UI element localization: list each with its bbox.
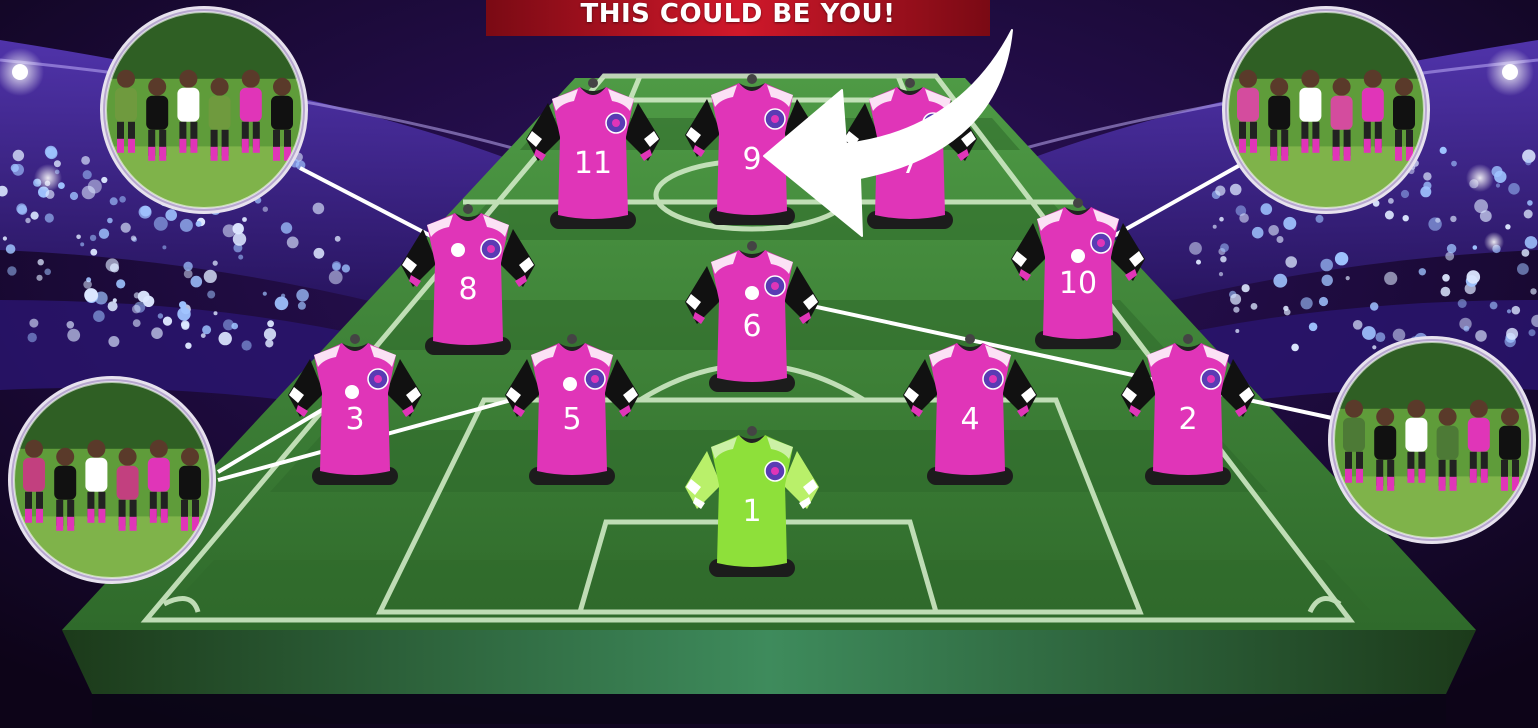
club-crest-icon <box>764 460 786 482</box>
club-crest-icon <box>480 238 502 260</box>
club-crest-icon <box>1090 232 1112 254</box>
club-crest-icon <box>367 368 389 390</box>
jersey-number: 3 <box>345 402 364 437</box>
club-crest-icon <box>584 368 606 390</box>
banner-title: THIS COULD BE YOU! <box>580 0 896 29</box>
club-crest-icon <box>1200 368 1222 390</box>
jersey-number: 2 <box>1178 402 1197 437</box>
jersey-number: 4 <box>960 402 979 437</box>
pitch-base <box>62 630 1476 694</box>
jersey-number: 6 <box>742 309 761 344</box>
club-crest-icon <box>764 275 786 297</box>
jersey-number: 8 <box>458 272 477 307</box>
club-crest-icon <box>605 112 627 134</box>
jersey-number: 9 <box>742 142 761 177</box>
jersey-number: 11 <box>574 146 612 181</box>
jersey-number: 5 <box>562 402 581 437</box>
jersey-number: 10 <box>1059 266 1097 301</box>
jersey-number: 1 <box>742 494 761 529</box>
poster: 1197861035421 THIS COULD BE YOU! <box>0 0 1538 728</box>
club-crest-icon <box>764 108 786 130</box>
soccer-formation-scene: 1197861035421 <box>0 0 1538 728</box>
pitch-shadow <box>92 694 1446 724</box>
club-crest-icon <box>982 368 1004 390</box>
